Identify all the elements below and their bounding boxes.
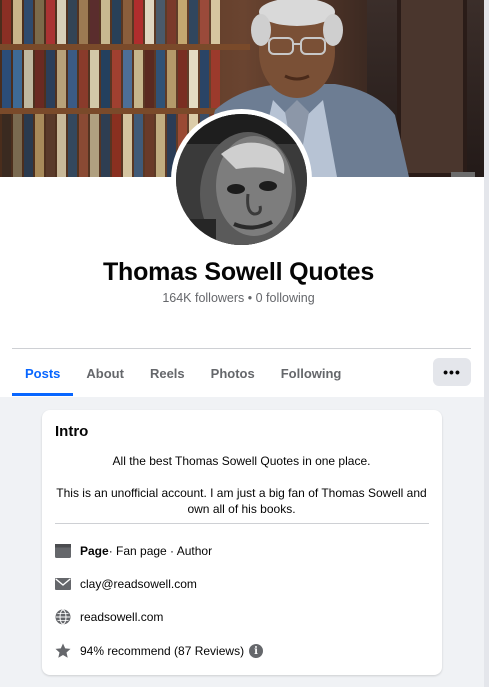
tab-reels[interactable]: Reels [137,350,198,396]
intro-card: Intro All the best Thomas Sowell Quotes … [42,410,442,675]
website-row[interactable]: readsowell.com [54,607,163,627]
divider [12,348,471,349]
category-row: Page · Fan page · Author [54,541,212,561]
envelope-icon [54,575,72,593]
avatar-portrait [176,114,307,245]
page-title: Thomas Sowell Quotes [102,258,375,286]
category-text: · Fan page · Author [108,544,213,558]
rating-text[interactable]: 94% recommend (87 Reviews) [80,644,244,658]
email-text[interactable]: clay@readsowell.com [80,577,197,591]
bio-line: All the best Thomas Sowell Quotes in one… [112,454,371,468]
website-link[interactable]: readsowell.com [80,610,163,624]
tab-following[interactable]: Following [268,350,355,396]
bio-line: This is an unofficial account. I am just… [56,486,427,516]
intro-title: Intro [55,423,89,440]
email-row[interactable]: clay@readsowell.com [54,574,197,594]
more-options-button[interactable]: ••• [433,358,471,386]
page-flag-icon [54,542,72,560]
globe-icon [54,608,72,626]
divider [55,523,429,524]
tab-about[interactable]: About [73,350,137,396]
tab-posts[interactable]: Posts [12,350,74,396]
star-icon [54,642,72,660]
info-icon[interactable]: i [249,644,264,658]
cover-edit-hint [451,172,475,177]
intro-bio: All the best Thomas Sowell Quotes in one… [55,453,428,517]
tab-photos[interactable]: Photos [198,350,268,396]
profile-tabs: Posts About Reels Photos Following [12,350,354,396]
category-label: Page [80,544,109,558]
avatar[interactable] [176,114,307,245]
follower-stats[interactable]: 164K followers • 0 following [0,291,477,305]
rating-row[interactable]: 94% recommend (87 Reviews) i [54,641,264,661]
scrollbar-track[interactable] [484,0,489,687]
